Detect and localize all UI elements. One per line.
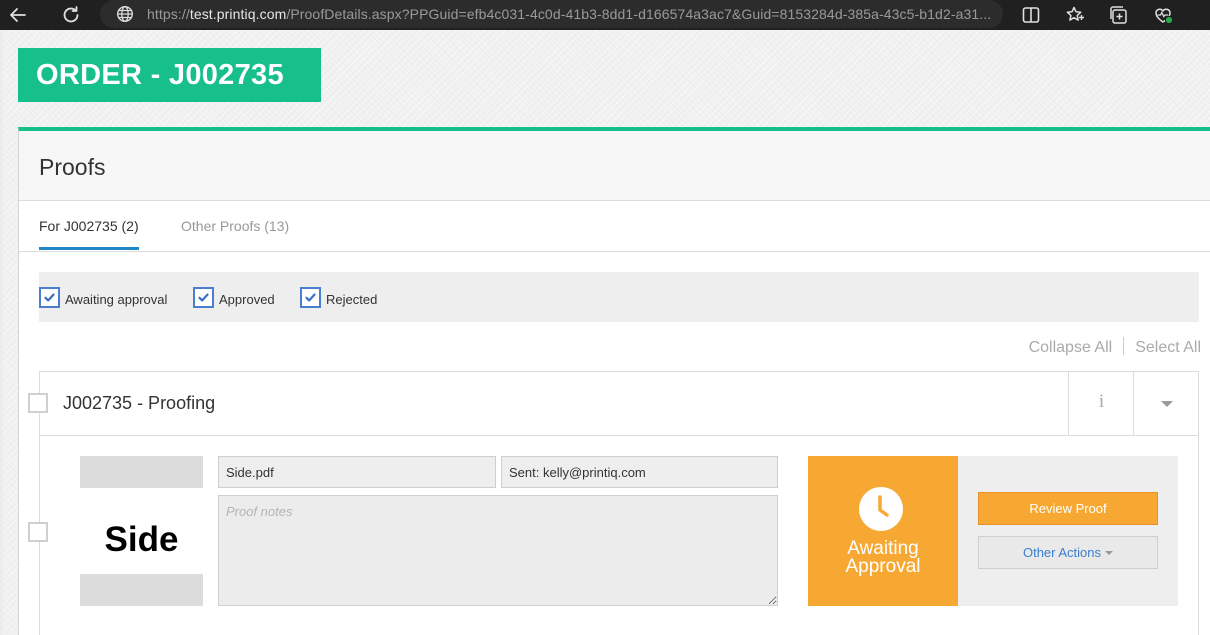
thumbnail-margin <box>80 574 203 606</box>
proofs-panel: Proofs For J002735 (2) Other Proofs (13)… <box>18 127 1210 635</box>
other-actions-dropdown[interactable]: Other Actions <box>978 536 1158 569</box>
proof-group-card: J002735 - Proofing i Side Side.pdf Sent:… <box>39 371 1199 635</box>
tab-other-proofs[interactable]: Other Proofs (13) <box>181 218 289 234</box>
select-all-link[interactable]: Select All <box>1135 339 1201 356</box>
back-arrow-icon[interactable] <box>6 3 30 27</box>
order-title: ORDER - J002735 <box>18 48 321 102</box>
proof-item-checkbox[interactable] <box>28 522 48 542</box>
divider <box>1123 337 1125 355</box>
info-button[interactable]: i <box>1068 372 1133 436</box>
sent-to-field: Sent: kelly@printiq.com <box>501 456 778 488</box>
collections-icon[interactable] <box>1107 3 1131 27</box>
other-actions-label: Other Actions <box>1022 545 1102 560</box>
thumbnail-margin <box>80 456 203 488</box>
browser-toolbar: https://test.printiq.com/ProofDetails.as… <box>0 0 1210 30</box>
tab-for-order[interactable]: For J002735 (2) <box>39 218 139 250</box>
status-text: Awaiting Approval <box>845 538 921 577</box>
expand-toggle-button[interactable] <box>1133 372 1198 436</box>
filter-awaiting-approval[interactable]: Awaiting approval <box>39 287 174 309</box>
panel-title: Proofs <box>39 154 106 180</box>
filter-label: Approved <box>219 292 275 307</box>
checkbox-checked-icon[interactable] <box>39 287 60 308</box>
proof-notes-input[interactable] <box>218 495 778 606</box>
chevron-down-icon <box>1105 551 1114 555</box>
favorite-star-icon[interactable] <box>1063 3 1087 27</box>
proof-group-title[interactable]: J002735 - Proofing <box>63 393 215 414</box>
info-icon: i <box>1098 391 1105 412</box>
proof-status-area: Awaiting Approval Review Proof Other Act… <box>808 456 1178 606</box>
list-actions: Collapse All Select All <box>1029 337 1201 357</box>
checkbox-checked-icon[interactable] <box>193 287 214 308</box>
proof-group-header: J002735 - Proofing i <box>40 372 1198 436</box>
status-badge: Awaiting Approval <box>808 456 958 606</box>
filter-label: Rejected <box>326 292 378 307</box>
review-proof-button[interactable]: Review Proof <box>978 492 1158 525</box>
globe-icon <box>116 5 134 23</box>
thumbnail-label: Side <box>104 520 179 559</box>
browser-essentials-heart-icon[interactable] <box>1151 3 1175 27</box>
proof-tabs: For J002735 (2) Other Proofs (13) <box>19 201 1210 252</box>
url-text: https://test.printiq.com/ProofDetails.as… <box>147 6 992 22</box>
collapse-all-link[interactable]: Collapse All <box>1029 339 1113 356</box>
proof-group-checkbox[interactable] <box>28 393 48 413</box>
refresh-icon[interactable] <box>59 3 83 27</box>
file-name-field: Side.pdf <box>218 456 496 488</box>
filter-approved[interactable]: Approved <box>193 287 283 309</box>
page-content: ORDER - J002735 Proofs For J002735 (2) O… <box>3 30 1210 635</box>
split-screen-icon[interactable] <box>1019 3 1043 27</box>
checkbox-checked-icon[interactable] <box>300 287 321 308</box>
clock-icon <box>859 487 903 531</box>
status-filter-bar: Awaiting approval Approved Rejected <box>39 272 1199 322</box>
caret-down-icon <box>1161 401 1173 407</box>
panel-header: Proofs <box>19 131 1210 201</box>
filter-rejected[interactable]: Rejected <box>300 287 390 309</box>
proof-thumbnail[interactable]: Side <box>80 456 203 606</box>
address-bar[interactable]: https://test.printiq.com/ProofDetails.as… <box>100 0 1003 28</box>
filter-label: Awaiting approval <box>65 292 168 307</box>
